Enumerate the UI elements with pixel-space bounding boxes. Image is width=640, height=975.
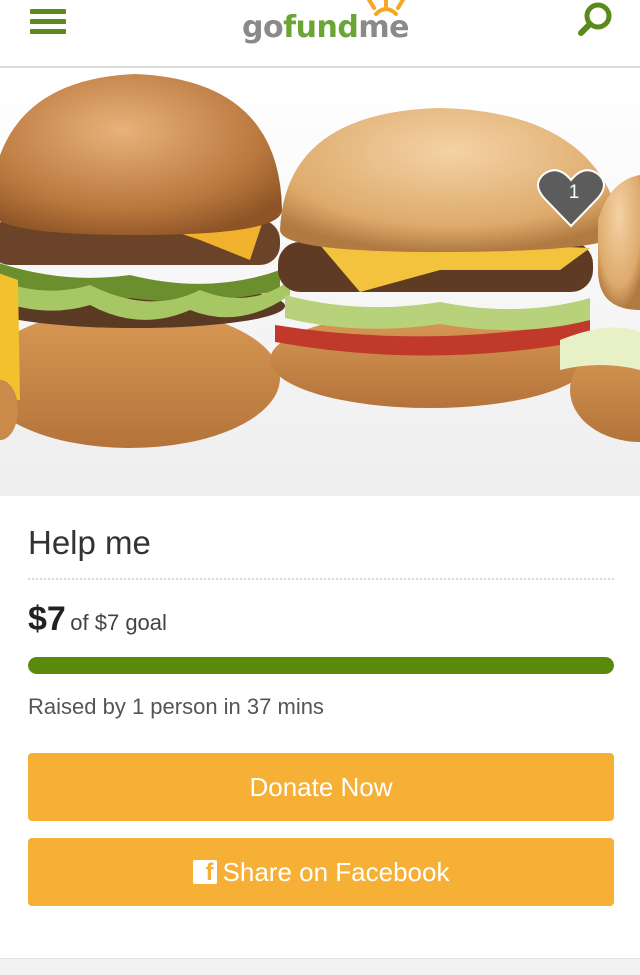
favorite-heart-button[interactable]: 1 bbox=[536, 166, 606, 230]
amount-raised: $7 bbox=[28, 600, 66, 638]
title-divider bbox=[28, 578, 614, 580]
page-footer-strip bbox=[0, 958, 640, 975]
progress-fill bbox=[28, 657, 614, 674]
goal-text: of $7 goal bbox=[70, 610, 167, 635]
favorite-count: 1 bbox=[568, 182, 580, 203]
campaign-title: Help me bbox=[28, 524, 151, 561]
burgers-illustration bbox=[0, 70, 640, 496]
share-label: Share on Facebook bbox=[222, 856, 450, 887]
campaign-hero-image: 1 bbox=[0, 70, 640, 496]
donate-now-button[interactable]: Donate Now bbox=[28, 753, 614, 821]
funding-progress-bar bbox=[28, 657, 614, 674]
raised-by-text: Raised by 1 person in 37 mins bbox=[28, 694, 324, 719]
facebook-icon: f bbox=[192, 859, 217, 886]
logo-wordmark: gofundme bbox=[242, 10, 409, 45]
donate-now-label: Donate Now bbox=[249, 771, 393, 802]
hamburger-menu-icon[interactable] bbox=[30, 6, 68, 36]
funding-summary: $7 of $7 goal bbox=[28, 600, 167, 639]
logo-me: me bbox=[358, 10, 409, 45]
gofundme-logo[interactable]: gofundme bbox=[240, 0, 410, 46]
logo-go: go bbox=[242, 10, 284, 45]
logo-fund: fund bbox=[283, 10, 359, 45]
share-on-facebook-button[interactable]: f Share on Facebook bbox=[28, 838, 614, 906]
search-icon[interactable] bbox=[576, 0, 616, 40]
top-header: gofundme bbox=[0, 0, 640, 68]
